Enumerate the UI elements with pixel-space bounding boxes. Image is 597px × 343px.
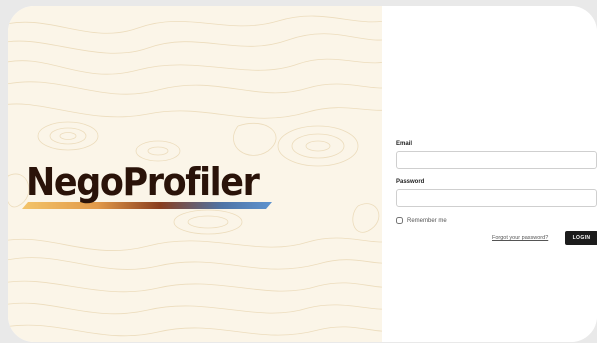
brand-logo: NegoProfiler [22,156,282,216]
form-actions: Forgot your password? LOGIN [396,231,597,245]
brand-panel: NegoProfiler [8,6,382,342]
remember-me-label: Remember me [407,217,447,224]
login-form: Email Password Remember me Forgot your p… [396,140,597,245]
email-label: Email [396,141,413,147]
password-field[interactable] [396,189,597,207]
screen-frame: NegoProfiler Email Password Remember me … [0,0,597,343]
brand-name: NegoProfiler [26,160,260,204]
login-card: NegoProfiler Email Password Remember me … [8,6,597,342]
remember-me-checkbox[interactable] [396,217,403,224]
forgot-password-link[interactable]: Forgot your password? [492,235,548,241]
email-field[interactable] [396,151,597,169]
password-label: Password [396,179,425,185]
login-panel: Email Password Remember me Forgot your p… [382,6,597,342]
login-button[interactable]: LOGIN [565,231,597,245]
remember-me-row: Remember me [396,216,596,225]
